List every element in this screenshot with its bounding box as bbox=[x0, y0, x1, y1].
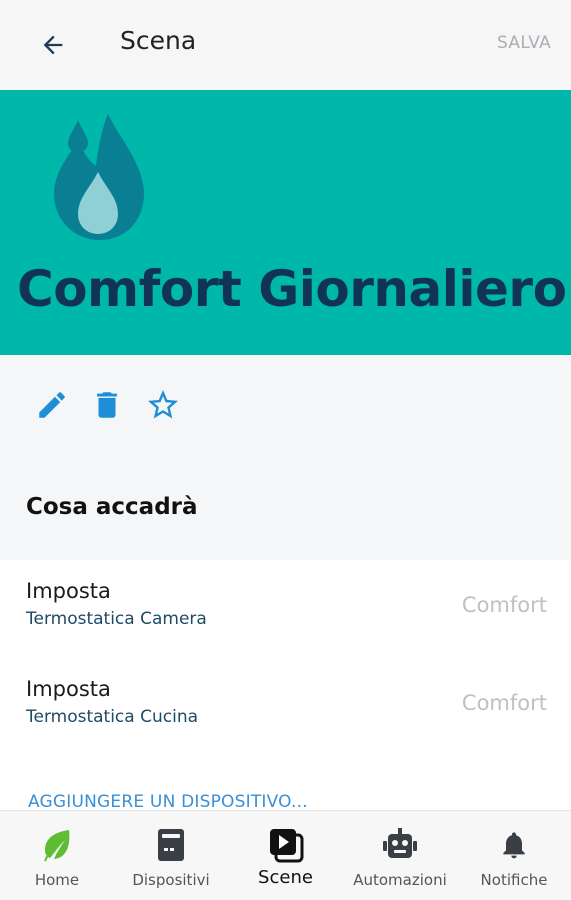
trash-icon bbox=[97, 392, 117, 418]
section-title: Cosa accadrà bbox=[26, 494, 198, 520]
bell-icon bbox=[494, 825, 534, 865]
nav-item-home[interactable]: Home bbox=[0, 811, 114, 900]
edit-button[interactable] bbox=[32, 385, 72, 425]
nav-label-notifications: Notifiche bbox=[480, 871, 548, 889]
arrow-left-icon bbox=[43, 35, 63, 55]
bottom-navigation: Home Dispositivi Scene Automazioni Notif… bbox=[0, 810, 571, 900]
scene-action-list: Imposta Termostatica Camera Comfort Impo… bbox=[0, 560, 571, 810]
save-button[interactable]: SALVA bbox=[497, 33, 551, 53]
nav-label-automations: Automazioni bbox=[353, 871, 447, 889]
scene-title: Comfort Giornaliero bbox=[17, 260, 567, 318]
nav-item-devices[interactable]: Dispositivi bbox=[114, 811, 228, 900]
scene-actions bbox=[0, 355, 571, 465]
item-device-name: Termostatica Cucina bbox=[26, 707, 199, 727]
device-icon bbox=[151, 825, 191, 865]
star-outline-icon bbox=[148, 390, 178, 419]
delete-button[interactable] bbox=[87, 385, 127, 425]
favorite-button[interactable] bbox=[143, 385, 183, 425]
item-device-name: Termostatica Camera bbox=[26, 609, 207, 629]
list-item[interactable]: Imposta Termostatica Camera Comfort bbox=[0, 560, 571, 658]
item-action-label: Imposta bbox=[26, 677, 111, 701]
page-title: Scena bbox=[120, 26, 197, 55]
water-drops-icon bbox=[54, 114, 144, 240]
item-value: Comfort bbox=[461, 593, 547, 617]
item-value: Comfort bbox=[461, 691, 547, 715]
list-item[interactable]: Imposta Termostatica Cucina Comfort bbox=[0, 658, 571, 756]
leaf-icon bbox=[37, 825, 77, 865]
pencil-icon bbox=[39, 392, 65, 418]
app-bar: Scena SALVA bbox=[0, 0, 571, 88]
nav-label-home: Home bbox=[34, 871, 80, 889]
back-button[interactable] bbox=[34, 26, 72, 64]
scene-play-icon bbox=[266, 825, 306, 865]
nav-label-devices: Dispositivi bbox=[132, 871, 210, 889]
scene-hero-banner: Comfort Giornaliero bbox=[0, 90, 571, 355]
item-action-label: Imposta bbox=[26, 579, 111, 603]
nav-item-notifications[interactable]: Notifiche bbox=[457, 811, 571, 900]
nav-label-scenes: Scene bbox=[258, 867, 313, 888]
nav-item-automations[interactable]: Automazioni bbox=[343, 811, 457, 900]
nav-item-scenes[interactable]: Scene bbox=[228, 811, 343, 900]
add-device-link[interactable]: AGGIUNGERE UN DISPOSITIVO... bbox=[28, 792, 308, 812]
robot-icon bbox=[380, 825, 420, 865]
